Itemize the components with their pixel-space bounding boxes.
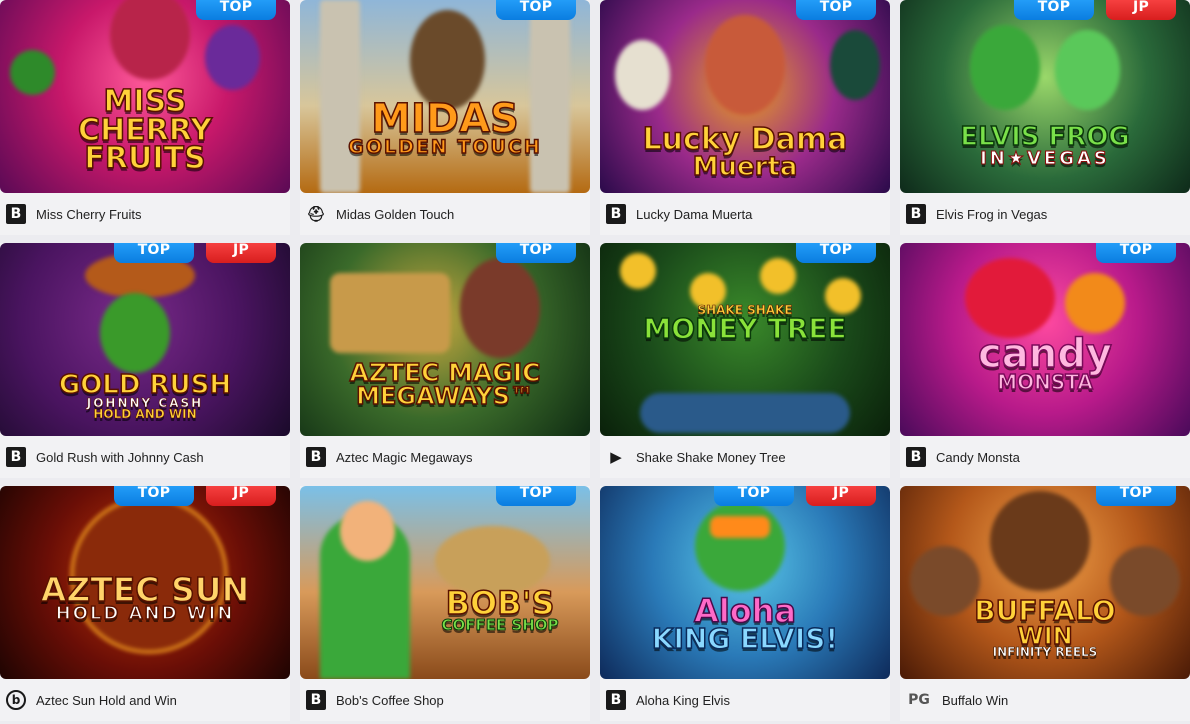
b-square-icon: B [6, 447, 26, 467]
b-square-icon: B [306, 447, 326, 467]
game-thumbnail[interactable]: BUFFALO WIN INFINITY REELS TOP [900, 486, 1190, 679]
art-line: Lucky Dama [642, 122, 848, 157]
top-badge: TOP [1096, 486, 1176, 506]
game-title: Gold Rush with Johnny Cash [36, 449, 204, 465]
art-line: WIN [1017, 621, 1074, 650]
art-line: HOLD AND WIN [93, 407, 197, 422]
game-thumbnail[interactable]: candy MONSTA TOP [900, 243, 1190, 436]
game-card-candy-monsta[interactable]: candy MONSTA TOP B Candy Monsta [900, 243, 1190, 478]
top-badge: TOP [714, 486, 794, 506]
game-title: Lucky Dama Muerta [636, 206, 753, 222]
game-card-midas-golden-touch[interactable]: MIDAS GOLDEN TOUCH TOP ⛑ Midas Golden To… [300, 0, 590, 235]
jp-badge: JP [206, 486, 276, 506]
top-badge: TOP [114, 486, 194, 506]
game-title: Elvis Frog in Vegas [936, 206, 1048, 222]
b-square-icon: B [6, 204, 26, 224]
b-square-icon: B [906, 204, 926, 224]
art-line: BOB'S [445, 584, 555, 622]
art-line: ELVIS FROG [959, 122, 1130, 152]
art-line: INFINITY REELS [992, 645, 1098, 660]
game-thumbnail[interactable]: BOB'S COFFEE SHOP TOP [300, 486, 590, 679]
art-line: GOLDEN TOUCH [347, 136, 542, 158]
game-thumbnail[interactable]: Aloha KING ELVIS! TOP JP [600, 486, 890, 679]
game-title: Shake Shake Money Tree [636, 449, 786, 465]
art-line: IN★VEGAS [980, 147, 1110, 169]
game-title: Aztec Sun Hold and Win [36, 692, 177, 708]
game-title: Aztec Magic Megaways [336, 449, 473, 465]
game-card-elvis-frog-in-vegas[interactable]: ELVIS FROG IN★VEGAS TOP JP B Elvis Frog … [900, 0, 1190, 235]
game-thumbnail[interactable]: GOLD RUSH JOHNNY CASH HOLD AND WIN TOP J… [0, 243, 290, 436]
b-square-icon: B [906, 447, 926, 467]
top-badge: TOP [496, 243, 576, 263]
art-line: KING ELVIS! [651, 622, 839, 656]
game-title: Candy Monsta [936, 449, 1020, 465]
game-title: Buffalo Win [942, 692, 1009, 708]
helmet-icon: ⛑ [306, 205, 326, 223]
game-card-aloha-king-elvis[interactable]: Aloha KING ELVIS! TOP JP B Aloha King El… [600, 486, 890, 721]
game-title: Aloha King Elvis [636, 692, 730, 708]
b-square-icon: B [306, 690, 326, 710]
jp-badge: JP [1106, 0, 1176, 20]
top-badge: TOP [196, 0, 276, 20]
game-thumbnail[interactable]: ELVIS FROG IN★VEGAS TOP JP [900, 0, 1190, 193]
game-card-bobs-coffee-shop[interactable]: BOB'S COFFEE SHOP TOP B Bob's Coffee Sho… [300, 486, 590, 721]
game-card-aztec-magic-megaways[interactable]: AZTEC MAGIC MEGAWAYS™ TOP B Aztec Magic … [300, 243, 590, 478]
game-card-gold-rush-johnny-cash[interactable]: GOLD RUSH JOHNNY CASH HOLD AND WIN TOP J… [0, 243, 290, 478]
art-line: MEGAWAYS™ [355, 381, 534, 410]
game-thumbnail[interactable]: MISS CHERRY FRUITS TOP [0, 0, 290, 193]
game-thumbnail[interactable]: MIDAS GOLDEN TOUCH TOP [300, 0, 590, 193]
art-line: MONEY TREE [643, 312, 848, 346]
art-line: MONSTA [996, 370, 1093, 394]
game-thumbnail[interactable]: SHAKE SHAKE MONEY TREE TOP [600, 243, 890, 436]
art-line: COFFEE SHOP [441, 616, 559, 635]
pg-icon: PG [908, 692, 930, 708]
game-thumbnail[interactable]: AZTEC SUN HOLD AND WIN TOP JP [0, 486, 290, 679]
top-badge: TOP [114, 243, 194, 263]
art-line: BUFFALO [974, 594, 1117, 627]
game-card-miss-cherry-fruits[interactable]: MISS CHERRY FRUITS TOP B Miss Cherry Fru… [0, 0, 290, 235]
art-line: candy [977, 331, 1112, 377]
game-card-lucky-dama-muerta[interactable]: Lucky Dama Muerta TOP B Lucky Dama Muert… [600, 0, 890, 235]
top-badge: TOP [1096, 243, 1176, 263]
b-circle-icon: b [6, 690, 26, 710]
top-badge: TOP [1014, 0, 1094, 20]
top-badge: TOP [496, 0, 576, 20]
top-badge: TOP [796, 0, 876, 20]
game-title: Miss Cherry Fruits [36, 206, 142, 222]
games-grid: MISS CHERRY FRUITS TOP B Miss Cherry Fru… [0, 0, 1190, 721]
game-thumbnail[interactable]: AZTEC MAGIC MEGAWAYS™ TOP [300, 243, 590, 436]
art-line: FRUITS [84, 141, 207, 176]
jp-badge: JP [806, 486, 876, 506]
play-triangle-icon: ▶ [610, 448, 622, 466]
game-card-aztec-sun-hold-and-win[interactable]: AZTEC SUN HOLD AND WIN TOP JP b Aztec Su… [0, 486, 290, 721]
art-line: GOLD RUSH [58, 370, 232, 400]
art-line: Muerta [692, 151, 798, 182]
top-badge: TOP [496, 486, 576, 506]
game-thumbnail[interactable]: Lucky Dama Muerta TOP [600, 0, 890, 193]
art-line: MIDAS [370, 96, 519, 142]
game-title: Midas Golden Touch [336, 206, 455, 222]
b-square-icon: B [606, 204, 626, 224]
art-line: AZTEC SUN [40, 570, 250, 609]
jp-badge: JP [206, 243, 276, 263]
game-title: Bob's Coffee Shop [336, 692, 444, 708]
top-badge: TOP [796, 243, 876, 263]
b-square-icon: B [606, 690, 626, 710]
game-card-shake-shake-money-tree[interactable]: SHAKE SHAKE MONEY TREE TOP ▶ Shake Shake… [600, 243, 890, 478]
game-card-buffalo-win[interactable]: BUFFALO WIN INFINITY REELS TOP PG Buffal… [900, 486, 1190, 721]
